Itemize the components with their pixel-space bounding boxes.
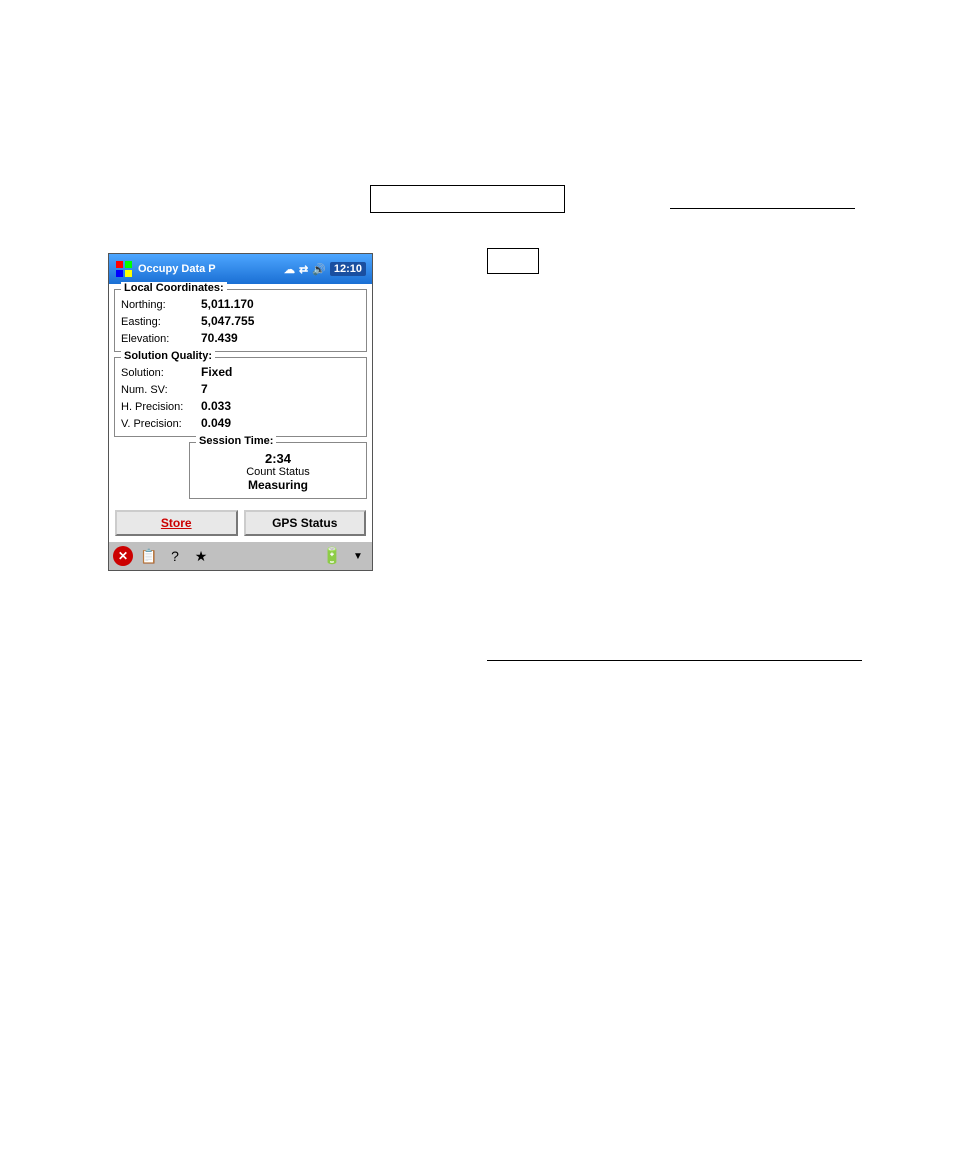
local-coordinates-panel: Local Coordinates: Northing: 5,011.170 E… (114, 289, 367, 352)
top-right-underline (670, 208, 855, 209)
screen-content: Local Coordinates: Northing: 5,011.170 E… (109, 289, 372, 542)
h-precision-row: H. Precision: 0.033 (121, 399, 360, 413)
elevation-row: Elevation: 70.439 (121, 331, 360, 345)
title-bar-text: Occupy Data P (138, 263, 284, 275)
store-button[interactable]: Store (115, 510, 238, 536)
northing-value: 5,011.170 (201, 297, 254, 311)
buttons-row: Store GPS Status (109, 504, 372, 542)
solution-value: Fixed (201, 365, 232, 379)
session-count-label: Count Status (196, 466, 360, 478)
easting-label: Easting: (121, 316, 201, 328)
v-precision-row: V. Precision: 0.049 (121, 416, 360, 430)
device-screen: Occupy Data P ☁ ⇄ 🔊 12:10 Local Coordina… (108, 253, 373, 571)
windows-logo-icon (115, 260, 133, 278)
battery-icon: 🔋 (322, 546, 342, 566)
session-time-panel: Session Time: 2:34 Count Status Measurin… (189, 442, 367, 499)
easting-row: Easting: 5,047.755 (121, 314, 360, 328)
title-bar-icons: ☁ ⇄ 🔊 12:10 (284, 262, 366, 276)
h-precision-label: H. Precision: (121, 401, 201, 413)
local-coordinates-title: Local Coordinates: (121, 282, 227, 294)
gps-status-button[interactable]: GPS Status (244, 510, 367, 536)
solution-row: Solution: Fixed (121, 365, 360, 379)
solution-label: Solution: (121, 367, 201, 379)
bottom-underline (487, 660, 862, 661)
help-icon[interactable]: ? (165, 546, 185, 566)
northing-row: Northing: 5,011.170 (121, 297, 360, 311)
v-precision-value: 0.049 (201, 416, 231, 430)
northing-label: Northing: (121, 299, 201, 311)
star-icon[interactable]: ★ (191, 546, 211, 566)
taskbar-arrow-icon: ▼ (348, 546, 368, 566)
elevation-value: 70.439 (201, 331, 238, 345)
session-time-value: 2:34 (196, 451, 360, 466)
title-bar-time: 12:10 (330, 262, 366, 276)
session-time-title: Session Time: (196, 435, 276, 447)
solution-quality-title: Solution Quality: (121, 350, 215, 362)
small-input-box[interactable] (487, 248, 539, 274)
session-status-value: Measuring (196, 478, 360, 492)
v-precision-label: V. Precision: (121, 418, 201, 430)
h-precision-value: 0.033 (201, 399, 231, 413)
sync-icon: ⇄ (299, 263, 308, 276)
num-sv-value: 7 (201, 382, 208, 396)
num-sv-label: Num. SV: (121, 384, 201, 396)
volume-icon: 🔊 (312, 263, 326, 276)
num-sv-row: Num. SV: 7 (121, 382, 360, 396)
wifi-icon: ☁ (284, 263, 295, 276)
easting-value: 5,047.755 (201, 314, 254, 328)
title-bar: Occupy Data P ☁ ⇄ 🔊 12:10 (109, 254, 372, 284)
close-icon[interactable]: ✕ (113, 546, 133, 566)
clipboard-icon[interactable]: 📋 (139, 546, 159, 566)
device-taskbar: ✕ 📋 ? ★ 🔋 ▼ (109, 542, 372, 570)
elevation-label: Elevation: (121, 333, 201, 345)
top-input-box[interactable] (370, 185, 565, 213)
solution-quality-panel: Solution Quality: Solution: Fixed Num. S… (114, 357, 367, 437)
